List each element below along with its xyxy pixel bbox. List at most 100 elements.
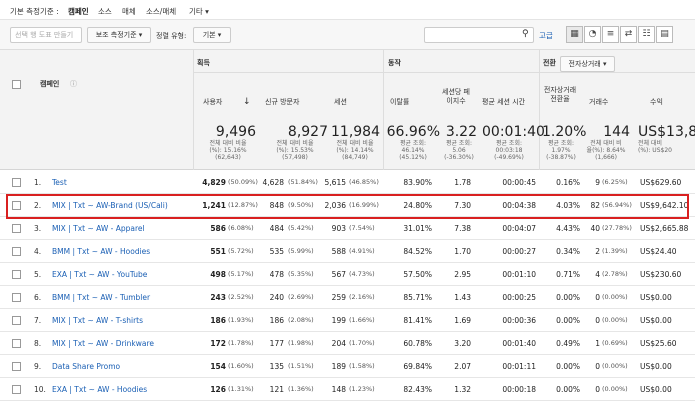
dimension-tab-other[interactable]: 기타 ▾ [189, 6, 209, 17]
bounce-rate-column-header[interactable]: 이탈률 [390, 98, 409, 107]
campaign-link[interactable]: Data Share Promo [52, 355, 192, 378]
plot-rows-button[interactable]: 선택 행 도표 만들기 [10, 27, 82, 43]
sessions-percent: (4.73%) [349, 270, 375, 278]
row-checkbox[interactable] [12, 316, 21, 325]
conversion-rate-value: 0.34% [556, 247, 580, 256]
row-checkbox[interactable] [12, 178, 21, 187]
row-checkbox[interactable] [12, 247, 21, 256]
new-visitors-value: 121 [269, 385, 284, 394]
new-visitors-column-header[interactable]: 신규 방문자 [265, 98, 299, 107]
dimension-tab-medium[interactable]: 매체 [122, 6, 136, 17]
campaign-link[interactable]: EXA | Txt ~ AW - YouTube [52, 263, 192, 286]
sessions-percent: (1.58%) [349, 362, 375, 370]
bounce-rate-value: 84.52% [403, 247, 432, 256]
highlight-box [6, 194, 689, 219]
total-avg-session-duration-note: 평균 조회: [495, 140, 522, 147]
conversion-rate-value: 0.00% [556, 385, 580, 394]
dimension-tab-source-medium[interactable]: 소스/매체 [146, 6, 176, 17]
sessions-value: 567 [331, 270, 346, 279]
ecommerce-conversion-rate-column-header[interactable]: 전자상거래 전환율 [543, 86, 577, 104]
table-row: 3. MIX | Txt ~ AW - Apparel 586 (6.08%) 484 (… [0, 217, 695, 240]
total-new-visitors-note: 전체 대비 비율 [276, 140, 314, 147]
users-column-header[interactable]: 사용자 [203, 98, 222, 107]
pages-per-session-value: 2.95 [454, 270, 471, 279]
conversion-rate-value: 0.71% [556, 270, 580, 279]
column-divider [193, 50, 194, 170]
campaign-link[interactable]: BMM | Txt ~ AW - Hoodies [52, 240, 192, 263]
sessions-percent: (1.70%) [349, 339, 375, 347]
row-checkbox[interactable] [12, 339, 21, 348]
sessions-column-header[interactable]: 세션 [334, 98, 347, 107]
row-checkbox[interactable] [12, 270, 21, 279]
advanced-filter-link[interactable]: 고급 [539, 30, 553, 41]
total-avg-session-duration-value: 00:01:40 [482, 124, 545, 140]
sessions-value: 588 [331, 247, 346, 256]
campaign-link[interactable]: Test [52, 171, 192, 194]
campaign-link[interactable]: EXA | Txt ~ AW - Hoodies [52, 378, 192, 401]
total-bounce-rate-value: 66.96% [386, 124, 440, 140]
campaign-link[interactable]: MIX | Txt ~ AW - Apparel [52, 217, 192, 240]
table-row: 8. MIX | Txt ~ AW - Drinkware 172 (1.78%) 17… [0, 332, 695, 355]
total-pages-per-session-value: 3.22 [445, 124, 477, 140]
dimension-tab-source[interactable]: 소스 [98, 6, 112, 17]
search-icon[interactable]: ⚲ [522, 29, 529, 39]
transactions-percent: (0.00%) [602, 316, 628, 324]
pivot-view-icon[interactable]: ▤ [656, 26, 673, 43]
total-conversion-rate-note: 1.97% [551, 147, 571, 154]
total-users: 9,496 전체 대비 비율 (%): 15.16% (62,643) [200, 125, 256, 162]
row-index: 3. [34, 224, 42, 233]
secondary-dimension-dropdown[interactable]: 보조 측정기준 ▾ [87, 27, 151, 43]
campaign-column-header[interactable]: 캠페인 [40, 80, 59, 89]
table-view-icon[interactable]: ▦ [566, 26, 583, 43]
term-cloud-icon[interactable]: ☷ [638, 26, 655, 43]
acquisition-group-header: 획득 [197, 59, 210, 67]
sessions-value: 204 [331, 339, 346, 348]
avg-session-duration-column-header[interactable]: 평균 세션 시간 [482, 98, 525, 107]
row-checkbox[interactable] [12, 385, 21, 394]
comparison-view-icon[interactable]: ⇄ [620, 26, 637, 43]
select-all-checkbox[interactable] [12, 80, 21, 89]
pages-per-session-value: 1.69 [454, 316, 471, 325]
row-checkbox[interactable] [12, 362, 21, 371]
users-percent: (1.78%) [228, 339, 254, 347]
revenue-value: US$24.40 [640, 247, 677, 256]
campaign-link[interactable]: BMM | Txt ~ AW - Tumbler [52, 286, 192, 309]
transactions-percent: (0.00%) [602, 293, 628, 301]
sort-type-dropdown[interactable]: 기본 ▾ [193, 27, 231, 43]
sessions-percent: (4.91%) [349, 247, 375, 255]
revenue-column-header[interactable]: 수익 [650, 98, 663, 107]
new-visitors-value: 484 [269, 224, 284, 233]
pages-per-session-value: 1.43 [454, 293, 471, 302]
conversion-type-dropdown[interactable]: 전자상거래 ▾ [560, 56, 615, 72]
campaign-link[interactable]: MIX | Txt ~ AW - T-shirts [52, 309, 192, 332]
users-percent: (5.17%) [228, 270, 254, 278]
campaign-link[interactable]: MIX | Txt ~ AW - Drinkware [52, 332, 192, 355]
pages-per-session-column-header[interactable]: 세션당 페이지수 [441, 88, 471, 106]
transactions-value: 2 [595, 247, 600, 256]
dimension-tab-campaign[interactable]: 캠페인 [68, 6, 89, 17]
row-checkbox[interactable] [12, 293, 21, 302]
bounce-rate-value: 60.78% [403, 339, 432, 348]
users-value: 126 [210, 385, 226, 394]
table-row: 10. EXA | Txt ~ AW - Hoodies 126 (1.31%) 121… [0, 378, 695, 401]
pie-view-icon[interactable]: ◔ [584, 26, 601, 43]
pages-per-session-value: 1.32 [454, 385, 471, 394]
transactions-percent: (0.69%) [602, 339, 628, 347]
sort-arrow-icon[interactable]: ↓ [243, 98, 251, 107]
performance-view-icon[interactable]: ≡ [602, 26, 619, 43]
table-header: 캠페인 ⓘ 획득 동작 전환 전자상거래 ▾ 사용자 ↓ 신규 방문자 세션 이… [0, 50, 695, 170]
row-checkbox[interactable] [12, 224, 21, 233]
users-value: 551 [210, 247, 226, 256]
transactions-column-header[interactable]: 거래수 [589, 98, 608, 107]
sessions-percent: (7.54%) [349, 224, 375, 232]
transactions-value: 1 [595, 339, 600, 348]
table-row: 5. EXA | Txt ~ AW - YouTube 498 (5.17%) 478 (… [0, 263, 695, 286]
new-visitors-value: 240 [269, 293, 284, 302]
table-search-input[interactable] [424, 27, 534, 43]
group-divider [193, 72, 695, 73]
sessions-value: 189 [331, 362, 346, 371]
total-bounce-rate-note: (45.12%) [399, 154, 427, 161]
primary-dimension-label: 기본 측정기준 : [10, 7, 59, 16]
total-transactions-note: (1,666) [595, 154, 617, 161]
column-divider [539, 50, 540, 170]
